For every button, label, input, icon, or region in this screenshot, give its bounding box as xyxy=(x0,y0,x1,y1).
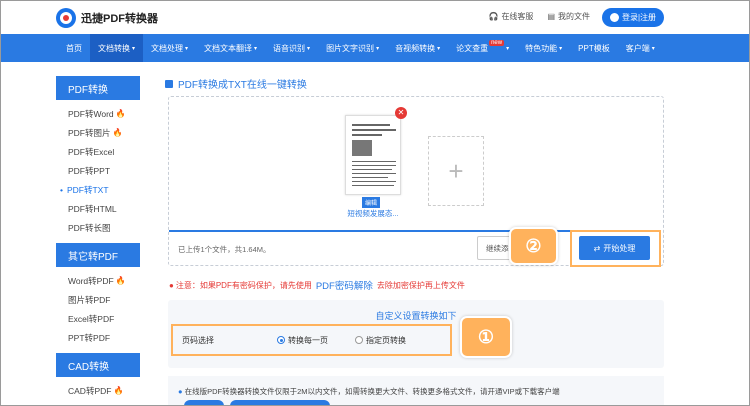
sidebar-item[interactable]: PDF转Excel xyxy=(68,142,140,161)
title-marker-icon xyxy=(165,79,173,88)
nav-item[interactable]: 文档转换 ▾ xyxy=(90,34,144,62)
brand-logo[interactable]: 迅捷PDF转换器 xyxy=(56,8,158,28)
radio-unselected-icon xyxy=(355,336,363,344)
headset-icon: 🎧 xyxy=(488,12,499,21)
plus-icon: + xyxy=(448,155,464,186)
sidebar-group-title: CAD转换 xyxy=(56,353,140,377)
nav-item[interactable]: PPT模板 xyxy=(570,34,618,62)
sidebar-item[interactable]: PDF转Word 🔥 xyxy=(68,104,140,123)
add-file-button[interactable]: + xyxy=(428,136,484,206)
sidebar-group-title: PDF转换 xyxy=(56,76,140,100)
fire-icon: 🔥 xyxy=(115,109,126,118)
fire-icon: 🔥 xyxy=(113,386,124,395)
sidebar-group-title: 其它转PDF xyxy=(56,243,140,267)
sidebar-item[interactable]: Excel转PDF xyxy=(68,309,140,328)
chevron-down-icon: ▾ xyxy=(376,45,380,52)
nav-item[interactable]: 特色功能 ▾ xyxy=(517,34,570,62)
file-name: 短视频发展态... xyxy=(347,209,399,218)
chevron-down-icon: ▾ xyxy=(506,45,510,52)
sidebar-item[interactable]: PDF转TXT xyxy=(67,180,140,199)
page-select-row: 页码选择 转换每一页 指定页转换 xyxy=(171,324,452,356)
chevron-down-icon: ▾ xyxy=(651,45,655,52)
warning-dot-icon: ● xyxy=(169,280,174,290)
my-files-link[interactable]: ▤ 我的文件 xyxy=(547,11,590,22)
info-dot-icon: ● xyxy=(178,387,183,396)
nav-item[interactable]: 音视频转换 ▾ xyxy=(387,34,448,62)
size-limit-panel: ● 在线版PDF转换器转换文件仅限于2M以内文件，如需转换更大文件、转换更多格式… xyxy=(168,376,664,406)
sidebar-item[interactable]: PDF转PPT xyxy=(68,161,140,180)
nav-item[interactable]: 客户端 ▾ xyxy=(618,34,663,62)
step-2-marker: ② xyxy=(509,227,558,265)
file-icon: ▤ xyxy=(547,12,555,21)
password-notice: ● 注意：如果PDF有密码保护，请先使用 PDF密码解除 去除加密保护再上传文件 xyxy=(169,278,465,293)
sidebar-item[interactable]: PDF转HTML xyxy=(68,199,140,218)
chevron-down-icon: ▾ xyxy=(254,45,258,52)
fire-icon: 🔥 xyxy=(112,128,123,137)
settings-title: 自定义设置转换如下 xyxy=(375,311,457,321)
step-1-marker: ① xyxy=(460,316,512,358)
brand-name: 迅捷PDF转换器 xyxy=(81,13,158,25)
login-button[interactable]: 登录|注册 xyxy=(602,8,664,27)
nav-item[interactable]: 语音识别 ▾ xyxy=(265,34,318,62)
settings-panel: 自定义设置转换如下 页码选择 转换每一页 指定页转换 xyxy=(168,300,664,368)
nav-item[interactable]: 文档处理 ▾ xyxy=(143,34,196,62)
remove-file-icon[interactable]: ✕ xyxy=(395,107,407,119)
customer-service-link[interactable]: 🎧 在线客服 xyxy=(488,11,533,22)
radio-selected-icon xyxy=(277,336,285,344)
nav-item[interactable]: 首页 xyxy=(58,34,90,62)
sidebar-item[interactable]: PPT转PDF xyxy=(68,328,140,347)
main-nav: 首页 文档转换 ▾ 文档处理 ▾ 文档文本翻译 ▾ 语音识别 ▾ 图片文字识别 ▾ 音视频转换 ▾ 论文查… xyxy=(0,34,750,62)
nav-item[interactable]: 论文查重 new ▾ xyxy=(448,34,517,62)
sidebar-item[interactable]: 图片转PDF xyxy=(68,290,140,309)
new-badge: new xyxy=(489,40,505,46)
sidebar-item[interactable]: CAD转PDF 🔥 xyxy=(68,381,140,400)
logo-icon xyxy=(56,8,76,28)
nav-item[interactable]: 图片文字识别 ▾ xyxy=(318,34,387,62)
chevron-down-icon: ▾ xyxy=(132,45,136,52)
pdf-unlock-link[interactable]: PDF密码解除 xyxy=(316,278,373,292)
upload-info: 已上传1个文件，共1.64M。 xyxy=(178,245,271,254)
chevron-down-icon: ▾ xyxy=(307,45,311,52)
start-highlight-frame xyxy=(570,230,661,267)
fire-icon: 🔥 xyxy=(115,276,126,285)
size-limit-notice: ● 在线版PDF转换器转换文件仅限于2M以内文件，如需转换更大文件、转换更多格式… xyxy=(178,387,560,396)
sidebar-item[interactable]: Word转PDF 🔥 xyxy=(68,271,140,290)
sidebar-item[interactable]: PDF转图片 🔥 xyxy=(68,123,140,142)
page-select-label: 页码选择 xyxy=(182,335,214,345)
sidebar: PDF转换PDF转Word🔥PDF转图片🔥PDF转ExcelPDF转PPTPDF… xyxy=(56,76,140,406)
radio-convert-specific-pages[interactable]: 指定页转换 xyxy=(355,335,406,346)
user-icon xyxy=(609,13,619,22)
edit-file-tag[interactable]: 编辑 xyxy=(362,197,381,208)
top-bar: 迅捷PDF转换器 🎧 在线客服 ▤ 我的文件 登录|注册 xyxy=(0,0,750,34)
radio-convert-all-pages[interactable]: 转换每一页 xyxy=(277,335,328,346)
download-client-button[interactable] xyxy=(230,400,330,406)
nav-item[interactable]: 文档文本翻译 ▾ xyxy=(196,34,265,62)
file-thumbnail[interactable] xyxy=(345,115,401,195)
chevron-down-icon: ▾ xyxy=(559,45,563,52)
chevron-down-icon: ▾ xyxy=(437,45,441,52)
sidebar-item[interactable]: PDF转长图 xyxy=(68,218,140,237)
open-vip-button[interactable] xyxy=(184,400,224,406)
page-title: PDF转换成TXT在线一键转换 xyxy=(165,76,307,91)
chevron-down-icon: ▾ xyxy=(185,45,189,52)
